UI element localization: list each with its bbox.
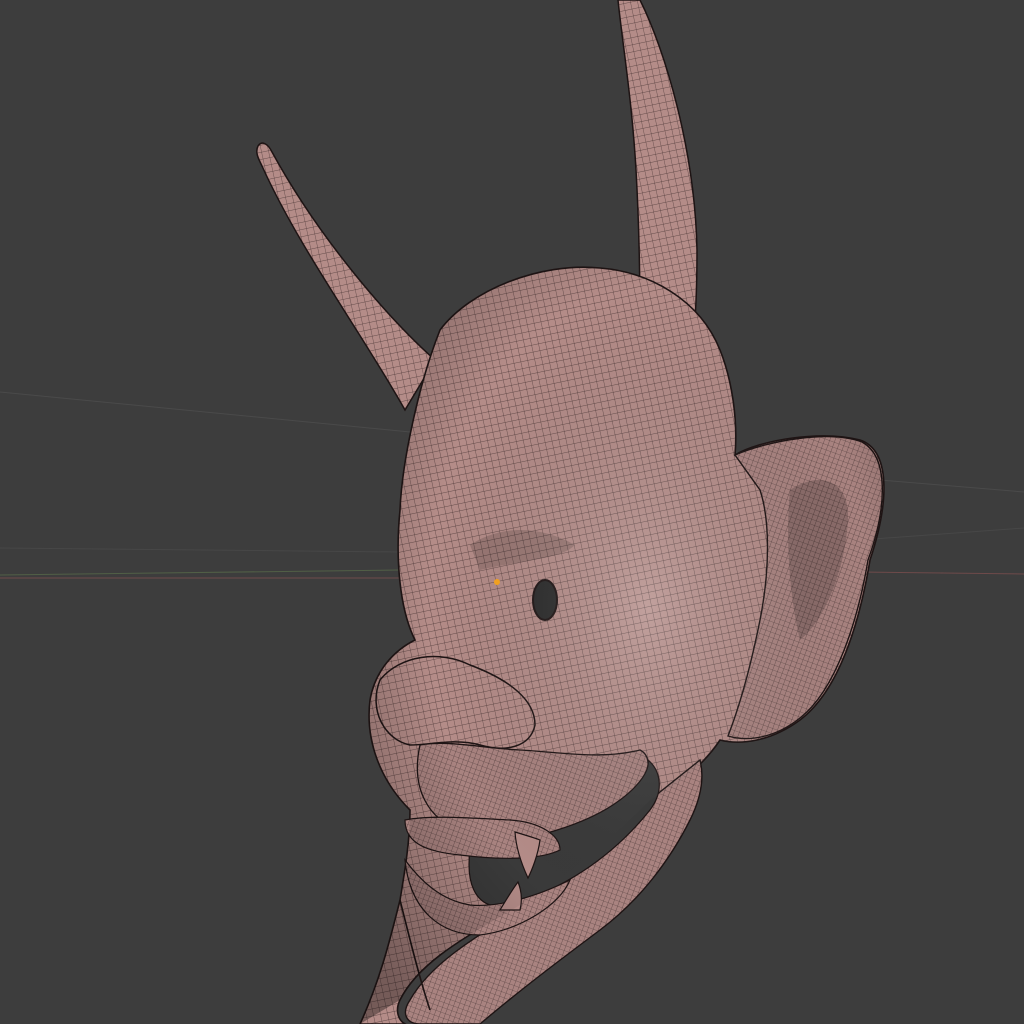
grid-line <box>0 547 401 553</box>
grid-line <box>0 391 411 433</box>
grid-line <box>879 479 1024 493</box>
3d-viewport[interactable] <box>0 0 1024 1024</box>
left-horn[interactable] <box>256 142 436 412</box>
eye-socket[interactable] <box>532 579 558 621</box>
y-axis-line <box>0 569 401 576</box>
object-origin-dot[interactable] <box>494 579 500 585</box>
grid-line <box>859 527 1024 541</box>
viewport-canvas[interactable] <box>0 0 1024 1024</box>
x-axis-line <box>859 571 1024 575</box>
